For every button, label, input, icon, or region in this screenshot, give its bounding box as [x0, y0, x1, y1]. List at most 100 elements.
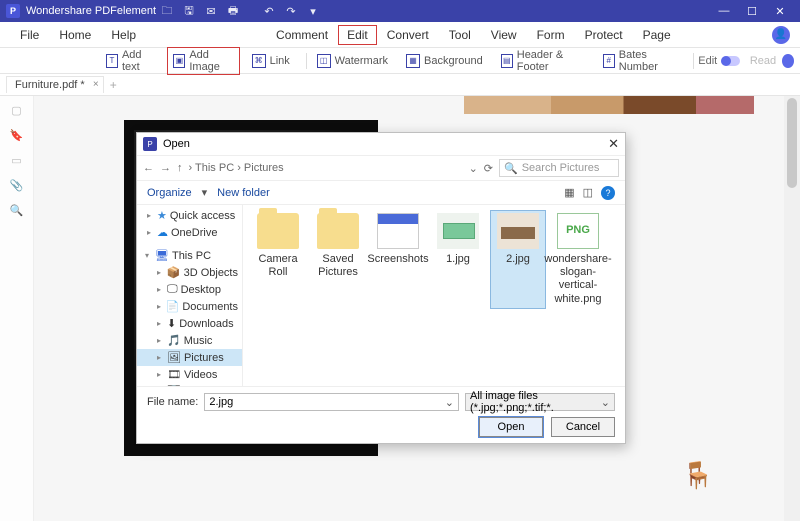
tree-pictures[interactable]: ▸🖼Pictures [137, 349, 242, 366]
breadcrumb[interactable]: › This PC › Pictures [189, 162, 463, 174]
search-placeholder: Search Pictures [522, 162, 600, 174]
tree-documents[interactable]: ▸📄Documents [137, 298, 242, 315]
file-filter-select[interactable]: All image files (*.jpg;*.png;*.tif;*.⌄ [465, 393, 615, 411]
tab-close-icon[interactable]: × [93, 79, 99, 90]
new-folder-button[interactable]: New folder [217, 187, 270, 199]
view-list-icon[interactable]: ▦ [564, 186, 574, 199]
organize-button[interactable]: Organize [147, 187, 192, 199]
help-icon[interactable]: ? [601, 186, 615, 200]
document-tab[interactable]: Furniture.pdf * × [6, 76, 104, 93]
nav-forward-icon[interactable]: → [160, 162, 171, 174]
vertical-scrollbar[interactable] [784, 96, 800, 521]
dialog-footer: File name: 2.jpg⌄ All image files (*.jpg… [137, 386, 625, 443]
maximize-button[interactable]: ☐ [738, 5, 766, 18]
tree-label: Downloads [179, 318, 233, 330]
minimize-button[interactable]: — [710, 5, 738, 17]
dropdown-icon[interactable]: ▾ [302, 5, 324, 18]
close-button[interactable]: ✕ [766, 5, 794, 18]
left-rail: ▢ 🔖 ▭ 📎 🔍 [0, 96, 34, 521]
nav-refresh-icon[interactable]: ⟳ [484, 162, 493, 175]
watermark-button[interactable]: ◫Watermark [311, 52, 394, 70]
thumbnails-icon[interactable]: ▢ [11, 104, 21, 117]
menu-convert[interactable]: Convert [377, 24, 439, 46]
tree-videos[interactable]: ▸🎞Videos [137, 366, 242, 383]
menu-file[interactable]: File [10, 24, 49, 46]
file-1jpg[interactable]: 1.jpg [431, 211, 485, 308]
bookmarks-icon[interactable]: 🔖 [10, 129, 24, 142]
mode-indicator-icon[interactable] [782, 54, 794, 68]
open-icon[interactable]: 🗀 [156, 2, 178, 21]
background-icon: ▦ [406, 54, 420, 68]
edit-toggle[interactable] [721, 56, 740, 66]
dialog-buttons: Open Cancel [147, 417, 615, 437]
file-label: Saved Pictures [313, 253, 363, 279]
user-avatar[interactable]: 👤 [772, 26, 790, 44]
tree-label: Desktop [181, 284, 221, 296]
background-button[interactable]: ▦ Background [400, 52, 489, 70]
separator [306, 53, 307, 69]
image-thumb-icon [497, 213, 539, 249]
background-label: Background [424, 55, 483, 67]
tab-strip: Furniture.pdf * × + [0, 74, 800, 96]
file-camera-roll[interactable]: Camera Roll [251, 211, 305, 308]
tab-label: Furniture.pdf * [15, 79, 85, 91]
nav-up-icon[interactable]: ↑ [177, 162, 183, 174]
folder-icon [377, 213, 419, 249]
dialog-title: Open [163, 138, 190, 150]
tree-downloads[interactable]: ▸⬇Downloads [137, 315, 242, 332]
header-footer-button[interactable]: ▤Header & Footer [495, 47, 591, 75]
filename-input[interactable]: 2.jpg⌄ [204, 393, 459, 411]
add-image-label: Add Image [189, 49, 233, 73]
nav-back-icon[interactable]: ← [143, 162, 154, 174]
file-screenshots[interactable]: Screenshots [371, 211, 425, 308]
tree-label: Quick access [170, 210, 235, 222]
menu-home[interactable]: Home [49, 24, 101, 46]
save-icon[interactable]: 🖫 [178, 2, 200, 21]
undo-icon[interactable]: ↶ [258, 5, 280, 18]
menu-page[interactable]: Page [633, 24, 681, 46]
view-details-icon[interactable]: ◫ [583, 186, 593, 199]
file-2jpg[interactable]: 2.jpg [491, 211, 545, 308]
cancel-button[interactable]: Cancel [551, 417, 615, 437]
crumb-dropdown-icon[interactable]: ⌄ [469, 162, 478, 175]
menu-protect[interactable]: Protect [575, 24, 633, 46]
read-mode-label: Read [750, 55, 776, 67]
chevron-down-icon[interactable]: ⌄ [445, 396, 454, 409]
scrollbar-thumb[interactable] [787, 98, 797, 188]
file-saved-pictures[interactable]: Saved Pictures [311, 211, 365, 308]
add-image-button[interactable]: ▣ Add Image [167, 47, 239, 75]
tree-label: Pictures [184, 352, 224, 364]
link-button[interactable]: ⌘Link [246, 52, 296, 70]
dialog-close-button[interactable]: ✕ [608, 136, 619, 152]
tree-label: 3D Objects [184, 267, 238, 279]
tree-3d-objects[interactable]: ▸📦3D Objects [137, 264, 242, 281]
add-text-button[interactable]: TAdd text [100, 47, 161, 75]
add-text-label: Add text [122, 49, 155, 73]
menu-view[interactable]: View [481, 24, 527, 46]
image-icon: ▣ [173, 54, 185, 68]
search-icon[interactable]: 🔍 [10, 204, 24, 217]
bates-button[interactable]: #Bates Number [597, 47, 684, 75]
print-icon[interactable]: 🖶 [222, 2, 244, 21]
dialog-search-input[interactable]: 🔍Search Pictures [499, 159, 619, 177]
menu-tool[interactable]: Tool [439, 24, 481, 46]
menu-edit[interactable]: Edit [338, 25, 377, 45]
menu-form[interactable]: Form [527, 24, 575, 46]
tree-desktop[interactable]: ▸🖵Desktop [137, 281, 242, 298]
redo-icon[interactable]: ↷ [280, 5, 302, 18]
notes-icon[interactable]: ▭ [11, 154, 21, 167]
watermark-icon: ◫ [317, 54, 331, 68]
file-png[interactable]: PNGwondershare-slogan-vertical-white.png [551, 211, 605, 308]
tree-music[interactable]: ▸🎵Music [137, 332, 242, 349]
chair-icon: 🪑 [682, 460, 714, 491]
attachments-icon[interactable]: 📎 [10, 179, 24, 192]
tree-this-pc[interactable]: ▾🖥This PC [137, 247, 242, 264]
tree-quick-access[interactable]: ▸★Quick access [137, 207, 242, 224]
open-button[interactable]: Open [479, 417, 543, 437]
add-tab-button[interactable]: + [110, 78, 117, 92]
menu-help[interactable]: Help [101, 24, 146, 46]
file-label: Screenshots [367, 253, 428, 266]
mail-icon[interactable]: ✉ [200, 5, 222, 18]
tree-onedrive[interactable]: ▸☁OneDrive [137, 224, 242, 241]
menu-comment[interactable]: Comment [266, 24, 338, 46]
